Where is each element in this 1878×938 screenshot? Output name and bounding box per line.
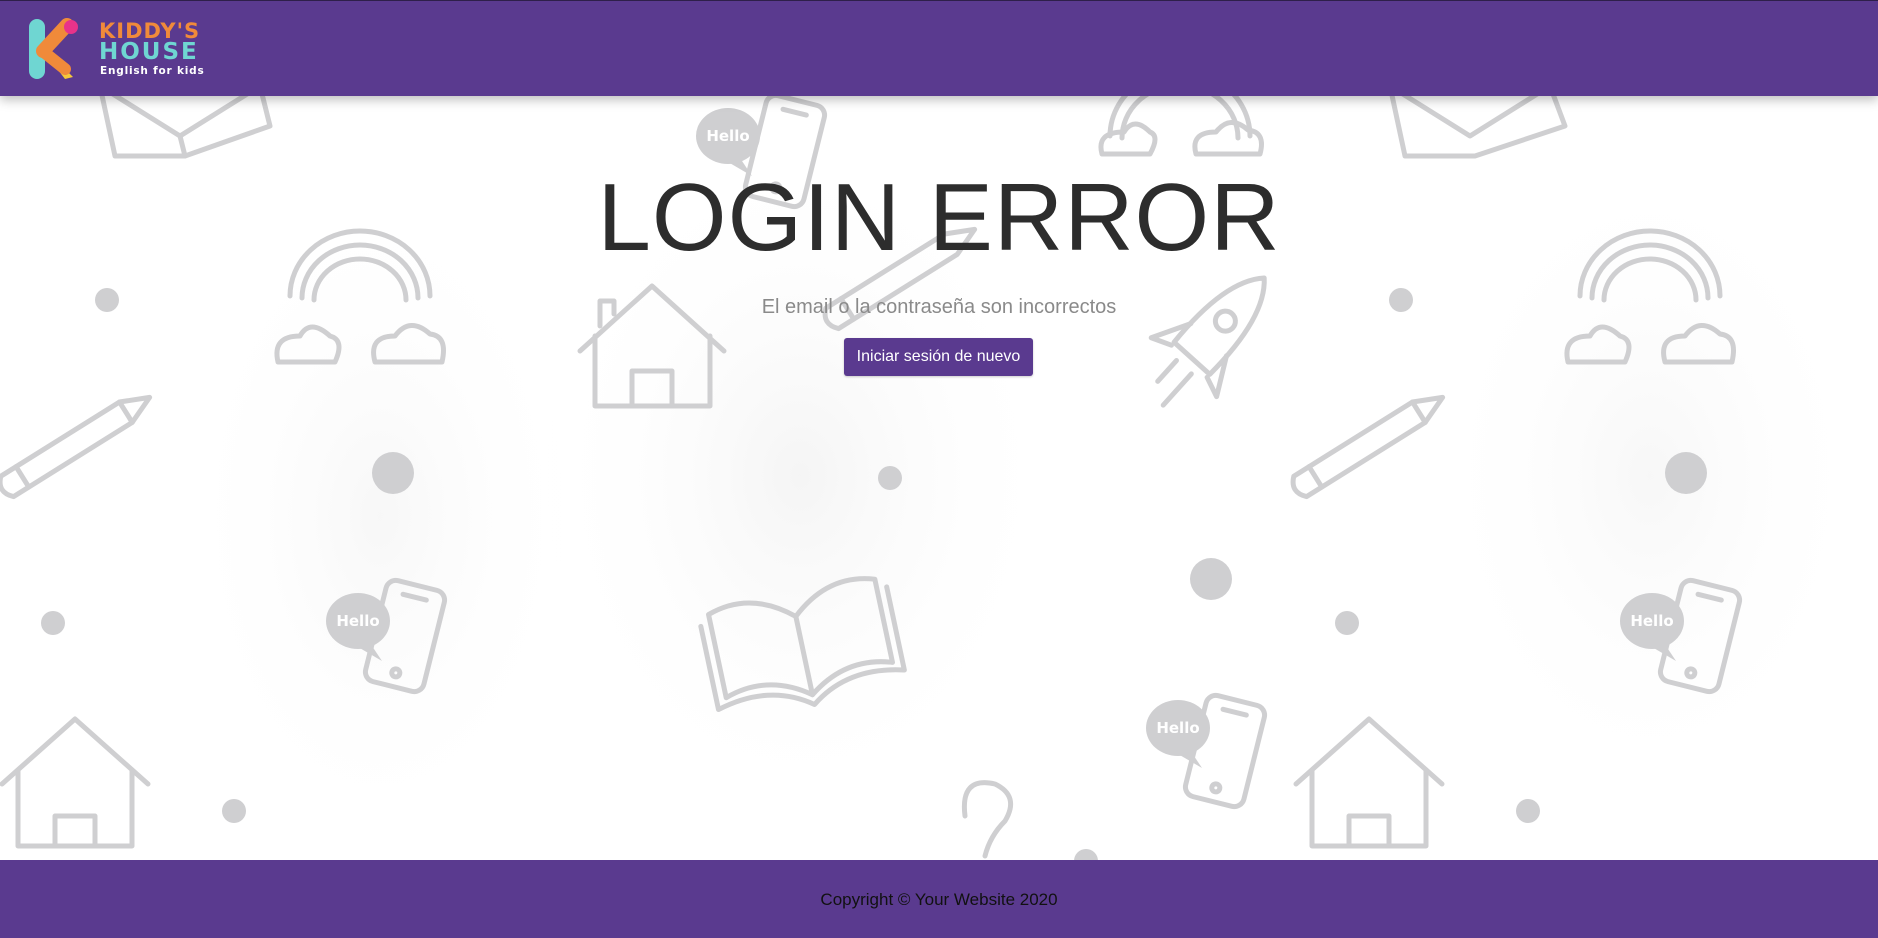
logo-name-line2: HOUSE [99, 39, 199, 65]
k-logo-icon [29, 18, 78, 79]
page-title: LOGIN ERROR [597, 164, 1281, 271]
top-header: KIDDY'S HOUSE English for kids [0, 0, 1878, 96]
copyright-text: Copyright © Your Website 2020 [820, 890, 1058, 909]
footer: Copyright © Your Website 2020 [0, 860, 1878, 938]
error-message: El email o la contraseña son incorrectos [761, 296, 1117, 318]
logo-tagline: English for kids [100, 65, 205, 77]
main-content: LOGIN ERROR El email o la contraseña son… [0, 96, 1878, 860]
kiddys-house-logo[interactable]: KIDDY'S HOUSE English for kids [27, 17, 207, 83]
retry-login-button[interactable]: Iniciar sesión de nuevo [844, 338, 1033, 376]
